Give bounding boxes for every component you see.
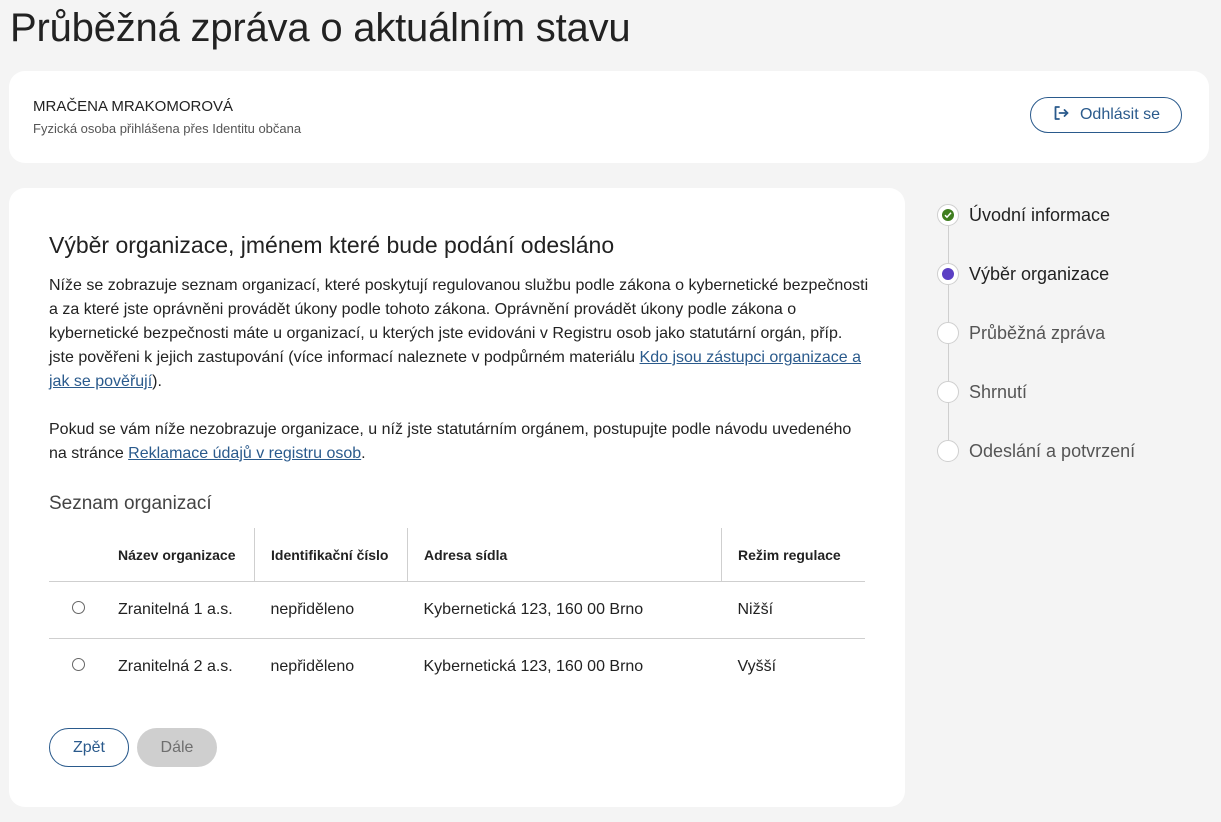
user-name: MRAČENA MRAKOMOROVÁ [33, 98, 234, 115]
logout-button[interactable]: Odhlásit se [1030, 97, 1182, 133]
section-heading: Výběr organizace, jménem které bude podá… [49, 232, 615, 258]
check-icon [937, 204, 959, 226]
user-login-type: Fyzická osoba přihlášena přes Identitu o… [33, 121, 302, 136]
org-regime-cell: Nižší [721, 581, 865, 639]
progress-stepper: Úvodní informace Výběr organizace Průběž… [937, 204, 1207, 499]
org-radio[interactable] [72, 601, 85, 614]
step-connector [948, 403, 949, 440]
pending-step-icon [937, 322, 959, 344]
logout-label: Odhlásit se [1079, 106, 1161, 123]
table-header-row: Název organizace Identifikační číslo Adr… [49, 528, 865, 582]
pending-step-icon [937, 381, 959, 403]
step-organization: Výběr organizace [937, 263, 1207, 322]
org-radio[interactable] [72, 658, 85, 671]
step-label: Průběžná zpráva [969, 323, 1106, 343]
org-list-heading: Seznam organizací [49, 493, 212, 514]
step-summary: Shrnutí [937, 381, 1207, 440]
page-title: Průběžná zpráva o aktuálním stavu [10, 6, 631, 50]
org-address-cell: Kybernetická 123, 160 00 Brno [407, 581, 722, 639]
intro-p2-end: . [361, 445, 366, 462]
table-row[interactable]: Zranitelná 1 a.s. nepřiděleno Kybernetic… [49, 581, 865, 639]
main-card: Výběr organizace, jménem které bude podá… [9, 188, 905, 807]
step-label: Shrnutí [969, 382, 1028, 402]
back-button[interactable]: Zpět [49, 728, 129, 767]
step-report: Průběžná zpráva [937, 322, 1207, 381]
next-button[interactable]: Dále [137, 728, 217, 767]
current-step-icon [937, 263, 959, 285]
table-row[interactable]: Zranitelná 2 a.s. nepřiděleno Kybernetic… [49, 639, 865, 696]
org-regime-cell: Vyšší [737, 658, 777, 675]
user-card: MRAČENA MRAKOMOROVÁ Fyzická osoba přihlá… [9, 71, 1209, 163]
org-name-cell: Zranitelná 1 a.s. [102, 581, 255, 639]
step-label: Výběr organizace [969, 264, 1110, 284]
logout-icon [1052, 104, 1070, 127]
step-submit: Odeslání a potvrzení [937, 440, 1207, 499]
step-intro: Úvodní informace [937, 204, 1207, 263]
org-id-cell: nepřiděleno [270, 658, 355, 675]
intro-paragraph-2: Pokud se vám níže nezobrazuje organizace… [49, 418, 871, 466]
header-select [49, 528, 102, 582]
header-regulation-mode: Režim regulace [721, 528, 865, 582]
intro-text: Níže se zobrazuje seznam organizací, kte… [49, 274, 871, 466]
step-connector [948, 344, 949, 381]
org-id-cell: nepřiděleno [254, 581, 408, 639]
org-name-cell: Zranitelná 2 a.s. [118, 658, 233, 675]
step-label: Úvodní informace [969, 205, 1111, 225]
intro-p1-end: ). [152, 373, 162, 390]
step-connector [948, 285, 949, 322]
org-address-cell: Kybernetická 123, 160 00 Brno [423, 658, 644, 675]
registry-claim-link[interactable]: Reklamace údajů v registru osob [128, 445, 361, 462]
step-connector [948, 226, 949, 263]
header-id-number: Identifikační číslo [254, 528, 408, 582]
org-table: Název organizace Identifikační číslo Adr… [49, 528, 865, 695]
header-address: Adresa sídla [407, 528, 722, 582]
intro-paragraph-1: Níže se zobrazuje seznam organizací, kte… [49, 274, 871, 394]
header-org-name: Název organizace [102, 528, 255, 582]
step-label: Odeslání a potvrzení [969, 441, 1136, 461]
pending-step-icon [937, 440, 959, 462]
